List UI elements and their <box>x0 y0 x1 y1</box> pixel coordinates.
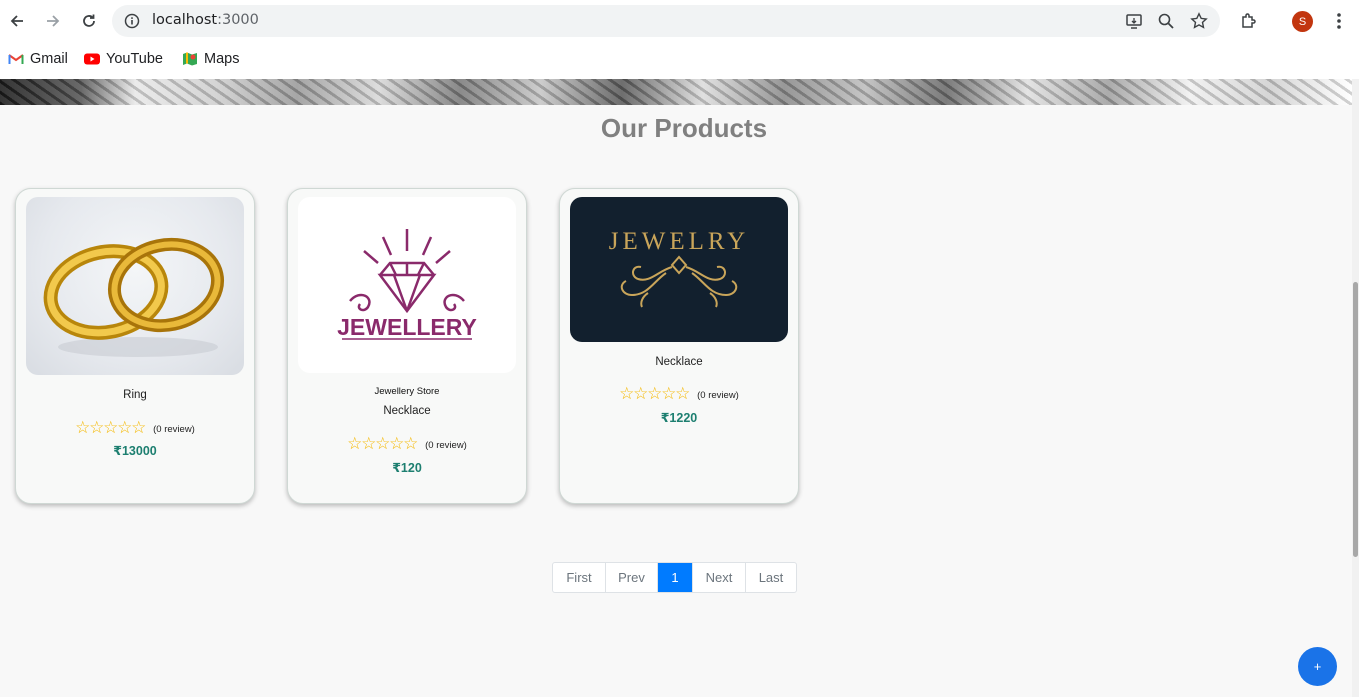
url-host: localhost <box>152 12 218 28</box>
pagination-current-page[interactable]: 1 <box>658 563 693 592</box>
menu-icon[interactable] <box>1327 9 1351 33</box>
product-name[interactable]: Ring <box>16 389 254 401</box>
product-card[interactable]: JEWELLERY Jewellery Store Necklace ☆ ☆ ☆ ☆ ☆… <box>287 188 527 504</box>
bookmark-maps[interactable]: Maps <box>182 49 239 69</box>
product-card[interactable]: JEWELRY Necklace ☆ ☆ ☆ ☆ ☆ (0 review) ₹1220 <box>559 188 799 504</box>
floating-action-button[interactable]: + <box>1298 647 1337 686</box>
star-rating-icons: ☆ ☆ ☆ ☆ ☆ <box>75 418 147 437</box>
url-text: localhost:3000 <box>152 12 259 28</box>
hero-banner-image <box>0 79 1352 105</box>
product-image-jewelry-logo[interactable]: JEWELRY <box>570 197 788 342</box>
product-rating: ☆ ☆ ☆ ☆ ☆ (0 review) <box>16 419 254 436</box>
product-image-jewellery-logo[interactable]: JEWELLERY <box>298 197 516 373</box>
extensions-icon[interactable] <box>1237 9 1261 33</box>
bookmark-star-icon[interactable] <box>1189 11 1209 31</box>
bookmark-label: YouTube <box>106 51 163 67</box>
browser-chrome: localhost:3000 S Gmail YouTube Maps <box>0 0 1359 79</box>
url-port: :3000 <box>217 12 259 28</box>
forward-icon[interactable] <box>41 9 65 33</box>
bookmarks-bar: Gmail YouTube Maps <box>0 42 1359 78</box>
address-bar[interactable]: localhost:3000 <box>112 5 1220 37</box>
review-count: (0 review) <box>425 440 467 451</box>
product-name[interactable]: Necklace <box>288 405 526 417</box>
product-price: ₹13000 <box>113 444 157 458</box>
pagination-last[interactable]: Last <box>746 563 796 592</box>
install-app-icon[interactable] <box>1124 11 1144 31</box>
scrollbar-thumb[interactable] <box>1353 282 1358 557</box>
bookmark-label: Maps <box>204 51 240 67</box>
pagination-first[interactable]: First <box>553 563 606 592</box>
back-icon[interactable] <box>5 9 29 33</box>
star-rating-icons: ☆ ☆ ☆ ☆ ☆ <box>619 384 691 403</box>
browser-toolbar: localhost:3000 S <box>0 0 1359 42</box>
review-count: (0 review) <box>153 424 195 435</box>
product-name[interactable]: Necklace <box>560 356 798 368</box>
site-info-icon[interactable] <box>124 13 140 29</box>
jewelry-logo-text: JEWELRY <box>609 228 750 255</box>
bookmark-gmail[interactable]: Gmail <box>8 49 68 69</box>
product-rating: ☆ ☆ ☆ ☆ ☆ (0 review) <box>288 435 526 452</box>
profile-avatar[interactable]: S <box>1292 11 1313 32</box>
bookmark-youtube[interactable]: YouTube <box>84 49 163 69</box>
maps-icon <box>182 51 198 67</box>
product-price: ₹120 <box>392 461 422 475</box>
review-count: (0 review) <box>697 390 739 401</box>
product-store: Jewellery Store <box>374 386 440 397</box>
pagination: First Prev 1 Next Last <box>552 562 797 593</box>
product-price: ₹1220 <box>660 411 698 425</box>
product-image-rings[interactable] <box>26 197 244 375</box>
star-rating-icons: ☆ ☆ ☆ ☆ ☆ <box>347 434 419 453</box>
gmail-icon <box>8 51 24 67</box>
reload-icon[interactable] <box>77 9 101 33</box>
youtube-icon <box>84 51 100 67</box>
pagination-prev[interactable]: Prev <box>606 563 658 592</box>
bookmark-label: Gmail <box>30 51 68 67</box>
pagination-next[interactable]: Next <box>693 563 746 592</box>
zoom-icon[interactable] <box>1156 11 1176 31</box>
product-rating: ☆ ☆ ☆ ☆ ☆ (0 review) <box>560 385 798 402</box>
jewellery-logo-text: JEWELLERY <box>337 314 477 340</box>
section-title: Our Products <box>600 113 768 143</box>
product-card[interactable]: Ring ☆ ☆ ☆ ☆ ☆ (0 review) ₹13000 <box>15 188 255 504</box>
